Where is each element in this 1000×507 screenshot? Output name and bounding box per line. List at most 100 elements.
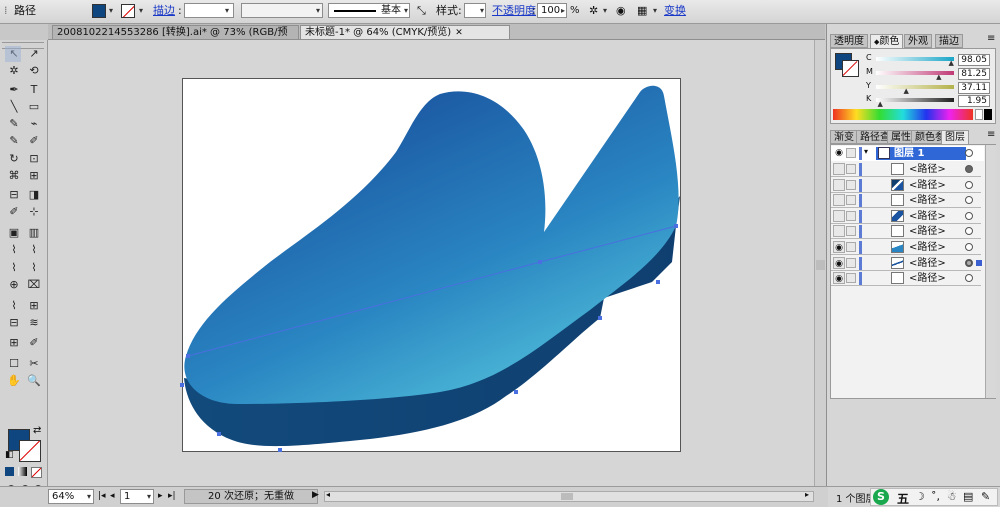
slider-handle-icon[interactable]: ▲ xyxy=(936,73,941,81)
layer-row-path[interactable]: ◉ <路径> xyxy=(831,256,982,271)
tab-layers[interactable]: 图层 xyxy=(941,130,969,144)
panel-stroke-swatch[interactable] xyxy=(842,60,859,77)
anchor-point[interactable] xyxy=(538,260,542,264)
lock-toggle[interactable] xyxy=(846,210,856,221)
vertical-scrollbar[interactable] xyxy=(814,40,826,486)
target-icon[interactable] xyxy=(965,149,973,157)
anchor-point[interactable] xyxy=(217,432,221,436)
anchor-point[interactable] xyxy=(278,448,282,452)
path-name[interactable]: <路径> xyxy=(909,193,946,208)
slider-handle-icon[interactable]: ▲ xyxy=(949,59,954,67)
status-menu-icon[interactable]: ▶ xyxy=(312,490,319,500)
anchor-point[interactable] xyxy=(186,354,190,358)
target-icon[interactable] xyxy=(965,196,973,205)
target-icon[interactable] xyxy=(965,165,973,173)
layer-row-parent[interactable]: ◉ ▾ 图层 1 xyxy=(831,146,984,161)
eye-icon[interactable] xyxy=(833,163,845,175)
zoom-dropdown-icon[interactable]: ▾ xyxy=(84,489,94,504)
channel-value-y[interactable]: 37.11 xyxy=(958,82,990,94)
lock-toggle[interactable] xyxy=(846,148,856,158)
target-icon[interactable] xyxy=(965,274,973,283)
tab-appearance[interactable]: 外观 xyxy=(904,34,932,48)
scroll-left-icon[interactable]: ◂ xyxy=(326,490,330,499)
wrench-icon[interactable]: ✎ xyxy=(981,490,990,503)
keyboard-icon[interactable]: ▤ xyxy=(963,490,973,503)
next-page-icon[interactable]: ▸ xyxy=(158,491,163,501)
channel-value-k[interactable]: 1.95 xyxy=(958,95,990,107)
path-name[interactable]: <路径> xyxy=(909,240,946,255)
anchor-point[interactable] xyxy=(674,224,678,228)
lock-toggle[interactable] xyxy=(846,164,856,174)
slider-handle-icon[interactable]: ▲ xyxy=(903,87,908,95)
scroll-right-icon[interactable]: ▸ xyxy=(805,490,809,499)
horizontal-scrollbar[interactable]: ◂ ▸ xyxy=(324,490,814,502)
anchor-point[interactable] xyxy=(656,280,660,284)
tab-transparency[interactable]: 透明度 xyxy=(830,34,868,48)
first-page-icon[interactable]: |◂ xyxy=(98,491,106,501)
anchor-point[interactable] xyxy=(598,316,602,320)
path-name[interactable]: <路径> xyxy=(909,224,946,239)
layers-scrollbar[interactable] xyxy=(985,145,996,398)
layer-row-path[interactable]: <路径> xyxy=(831,178,981,193)
eye-icon[interactable] xyxy=(833,194,845,207)
prev-page-icon[interactable]: ◂ xyxy=(110,491,115,501)
slider-handle-icon[interactable]: ▲ xyxy=(877,100,882,108)
anchor-point[interactable] xyxy=(180,383,184,387)
moon-icon[interactable]: ☽ xyxy=(915,490,925,503)
eye-icon[interactable]: ◉ xyxy=(833,272,845,285)
path-name[interactable]: <路径> xyxy=(909,271,946,286)
target-icon[interactable] xyxy=(965,180,973,189)
layer-row-path[interactable]: <路径> xyxy=(831,162,981,177)
expand-triangle-icon[interactable]: ▾ xyxy=(864,147,868,156)
channel-slider-m[interactable]: ▲ xyxy=(876,71,954,81)
layer-row-path[interactable]: ◉ <路径> xyxy=(831,240,981,255)
scroll-thumb[interactable] xyxy=(561,493,573,500)
lock-toggle[interactable] xyxy=(846,273,856,284)
punctuation-icon[interactable]: ˚, xyxy=(931,490,940,503)
layer-row-path[interactable]: <路径> xyxy=(831,193,981,209)
user-icon[interactable]: ☃ xyxy=(947,490,957,503)
last-page-icon[interactable]: ▸| xyxy=(168,491,176,501)
path-name[interactable]: <路径> xyxy=(909,209,946,224)
channel-value-c[interactable]: 98.05 xyxy=(958,54,990,66)
layer-row-path[interactable]: <路径> xyxy=(831,209,981,224)
panel-menu-icon[interactable]: ≡ xyxy=(987,33,995,44)
target-icon[interactable] xyxy=(965,243,973,251)
target-icon[interactable] xyxy=(965,211,973,220)
ime-toolbar[interactable]: S 五 ☽ ˚, ☃ ▤ ✎ xyxy=(870,488,998,506)
channel-slider-k[interactable]: ▲ xyxy=(876,98,954,108)
target-icon[interactable] xyxy=(965,258,973,267)
lock-toggle[interactable] xyxy=(846,226,856,237)
eye-icon[interactable] xyxy=(833,225,845,238)
channel-slider-c[interactable]: ▲ xyxy=(876,57,954,67)
anchor-point[interactable] xyxy=(514,390,518,394)
path-name[interactable]: <路径> xyxy=(909,162,946,177)
tab-color[interactable]: ◆颜色 xyxy=(870,34,904,48)
path-name[interactable]: <路径> xyxy=(909,178,946,193)
lock-toggle[interactable] xyxy=(846,179,856,190)
eye-icon[interactable]: ◉ xyxy=(833,241,845,253)
channel-slider-y[interactable]: ▲ xyxy=(876,85,954,95)
layer-name[interactable]: 图层 1 xyxy=(894,147,924,160)
target-icon[interactable] xyxy=(965,227,973,236)
path-name[interactable]: <路径> xyxy=(909,256,946,271)
tab-stroke[interactable]: 描边 xyxy=(935,34,963,48)
eye-icon[interactable]: ◉ xyxy=(833,256,845,269)
channel-value-m[interactable]: 81.25 xyxy=(958,68,990,80)
layer-row-path[interactable]: ◉ <路径> xyxy=(831,271,981,287)
panel-menu-icon[interactable]: ≡ xyxy=(987,129,995,140)
eye-icon[interactable] xyxy=(833,178,845,191)
sogou-icon[interactable]: S xyxy=(873,489,889,505)
lock-toggle[interactable] xyxy=(846,242,856,252)
white-swatch[interactable] xyxy=(975,109,983,120)
tab-gradient[interactable]: 渐变 xyxy=(830,130,858,144)
lock-toggle[interactable] xyxy=(846,257,856,268)
lock-toggle[interactable] xyxy=(846,195,856,206)
ime-mode[interactable]: 五 xyxy=(897,490,909,507)
eye-icon[interactable]: ◉ xyxy=(833,147,845,159)
black-swatch[interactable] xyxy=(984,109,992,120)
page-dropdown-icon[interactable]: ▾ xyxy=(144,489,154,504)
scroll-thumb[interactable] xyxy=(816,260,825,270)
eye-icon[interactable] xyxy=(833,209,845,222)
layer-row-path[interactable]: <路径> xyxy=(831,224,981,240)
